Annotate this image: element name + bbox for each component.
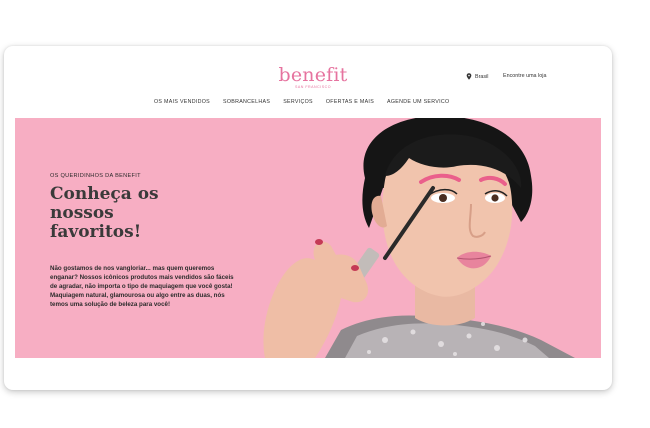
region-selector[interactable]: Brasil: [466, 73, 488, 80]
nav-item-brows[interactable]: SOBRANCELHAS: [223, 99, 270, 105]
hero-body-text: Não gostamos de nos vangloriar... mas qu…: [50, 265, 234, 309]
store-locator-link[interactable]: Encontre uma loja: [503, 73, 546, 79]
hero-model-image: [263, 118, 575, 358]
hero-headline: Conheça os nossos favoritos!: [50, 185, 210, 242]
browser-card: benefit SAN FRANCISCO Brasil Encontre um…: [4, 46, 612, 390]
hero-eyebrow: OS QUERIDINHOS DA BENEFIT: [50, 173, 141, 179]
hero-headline-line: nossos: [50, 203, 114, 223]
logo-wordmark: benefit: [278, 64, 348, 86]
hero-banner: OS QUERIDINHOS DA BENEFIT Conheça os nos…: [15, 118, 601, 358]
location-pin-icon: [466, 73, 472, 80]
brand-logo[interactable]: benefit SAN FRANCISCO: [272, 66, 354, 92]
region-label: Brasil: [475, 73, 489, 80]
nav-item-book-service[interactable]: AGENDE UM SERVICO: [387, 99, 449, 105]
hero-headline-line: Conheça os: [50, 184, 159, 204]
main-nav: OS MAIS VENDIDOS SOBRANCELHAS SERVIÇOS O…: [154, 99, 462, 105]
store-locator-label: Encontre uma loja: [503, 73, 547, 79]
nav-item-best-sellers[interactable]: OS MAIS VENDIDOS: [154, 99, 210, 105]
hero-headline-line: favoritos!: [50, 222, 142, 242]
nav-item-services[interactable]: SERVIÇOS: [283, 99, 313, 105]
nav-item-offers[interactable]: OFERTAS E MAIS: [326, 99, 374, 105]
